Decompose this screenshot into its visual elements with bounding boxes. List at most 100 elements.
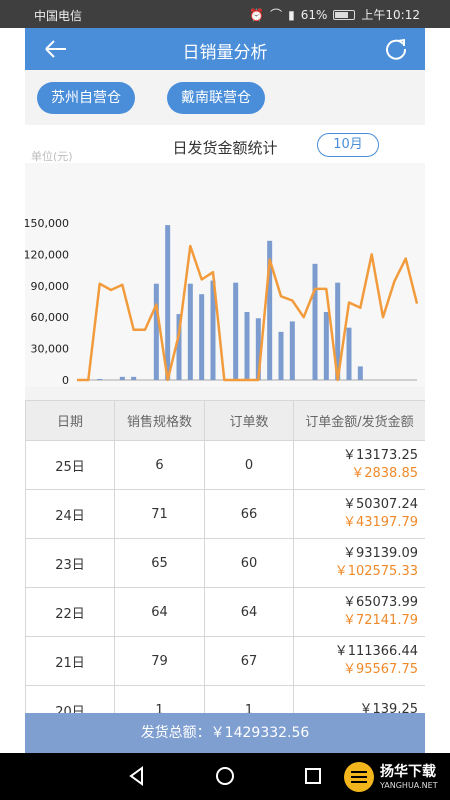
y-tick-label: 30,000: [31, 343, 70, 356]
table-header-row: 日期 销售规格数 订单数 订单金额/发货金额: [25, 400, 425, 441]
bar-oct-8: [153, 283, 159, 380]
cell-specs: 71: [114, 489, 205, 539]
order-amount: ￥139.25: [359, 702, 419, 713]
warehouse-button-suzhou[interactable]: 苏州自营仓: [37, 82, 135, 114]
cell-orders: 66: [204, 489, 294, 539]
warehouse-selector: 苏州自营仓 戴南联营仓: [25, 70, 425, 125]
bar-oct-12: [199, 294, 205, 380]
header-orders: 订单数: [204, 400, 294, 441]
bar-oct-16: [244, 311, 250, 380]
cell-orders: 0: [204, 440, 294, 490]
plot-background: [25, 163, 425, 387]
status-icons: ⏰ ⌒ ▮ 61% 上午10:12: [249, 6, 420, 23]
order-amount: ￥93139.09: [342, 546, 418, 561]
ship-amount: ￥102575.33: [334, 564, 418, 579]
watermark-subtext: YANGHUA.NET: [380, 781, 438, 790]
legend-label-sep: 2019年9月: [186, 386, 243, 387]
cell-specs: 79: [114, 636, 205, 686]
y-tick-label: 60,000: [31, 311, 70, 324]
x-tick-label: 6: [130, 385, 137, 387]
legend-label-oct: 2019年10月: [284, 386, 348, 387]
bar-oct-5: [119, 376, 125, 380]
nav-home-icon[interactable]: [214, 765, 236, 787]
cell-date: 23日: [25, 538, 115, 588]
table-row: 21日 79 67 ￥111366.44 ￥95567.75: [25, 636, 425, 686]
bar-oct-19: [278, 331, 284, 380]
table-row: 20日 1 1 ￥139.25: [25, 685, 425, 713]
bar-oct-15: [233, 282, 239, 380]
daily-sales-table: 日期 销售规格数 订单数 订单金额/发货金额 25日 6 0 ￥13173.25 ￥28…: [25, 400, 425, 713]
bar-oct-25: [346, 327, 352, 380]
cell-orders: 67: [204, 636, 294, 686]
order-amount: ￥50307.24: [342, 497, 418, 512]
watermark: 扬华下载 YANGHUA.NET: [340, 757, 444, 797]
shipment-total-bar: 发货总额：￥1429332.56: [25, 713, 425, 753]
bar-oct-22: [312, 263, 318, 380]
chart-unit-label: 单位(元): [31, 150, 73, 163]
y-tick-label: 0: [62, 374, 69, 387]
warehouse-button-dainan[interactable]: 戴南联营仓: [167, 82, 265, 114]
wifi-icon: ⌒: [270, 8, 283, 22]
month-picker-button[interactable]: 10月: [317, 133, 379, 157]
x-tick-label: 26: [353, 385, 367, 387]
phone-screen: 中国电信 ⏰ ⌒ ▮ 61% 上午10:12 日销量分析 苏州自营仓 戴南联营仓: [0, 0, 450, 800]
app-content: 日销量分析 苏州自营仓 戴南联营仓 0 30,000 60,000 90,000 120…: [25, 28, 425, 753]
app-bar: 日销量分析: [25, 28, 425, 70]
cell-date: 25日: [25, 440, 115, 490]
watermark-text: 扬华下载: [380, 764, 436, 780]
cell-date: 20日: [25, 685, 115, 713]
header-amount: 订单金额/发货金额: [293, 400, 425, 441]
cell-date: 22日: [25, 587, 115, 637]
cell-orders: 1: [204, 685, 294, 713]
nav-recent-apps-icon[interactable]: [302, 765, 324, 787]
table-row: 25日 6 0 ￥13173.25 ￥2838.85: [25, 440, 425, 490]
cell-orders: 60: [204, 538, 294, 588]
daily-table-scroll[interactable]: 日期 销售规格数 订单数 订单金额/发货金额 25日 6 0 ￥13173.25 ￥28…: [25, 400, 425, 713]
cell-specs: 64: [114, 587, 205, 637]
bar-oct-20: [289, 321, 295, 380]
page-title: 日销量分析: [182, 43, 268, 63]
table-row: 24日 71 66 ￥50307.24 ￥43197.79: [25, 489, 425, 539]
daily-shipment-chart: 030,00060,00090,000120,000150,0001611162…: [25, 163, 425, 387]
status-bar: 中国电信 ⏰ ⌒ ▮ 61% 上午10:12: [0, 0, 450, 28]
header-date: 日期: [25, 400, 115, 441]
bar-oct-26: [357, 366, 363, 380]
cell-amounts: ￥13173.25 ￥2838.85: [293, 440, 425, 490]
table-row: 22日 64 64 ￥65073.99 ￥72141.79: [25, 587, 425, 637]
y-tick-label: 120,000: [25, 248, 69, 261]
y-tick-label: 90,000: [31, 280, 70, 293]
signal-icon: ▮: [288, 7, 295, 22]
watermark-logo-icon: [344, 762, 374, 792]
bar-oct-9: [165, 225, 171, 380]
order-amount: ￥65073.99: [342, 595, 418, 610]
cell-specs: 6: [114, 440, 205, 490]
cell-amounts: ￥111366.44 ￥95567.75: [293, 636, 425, 686]
cell-orders: 64: [204, 587, 294, 637]
ship-amount: ￥95567.75: [342, 662, 418, 677]
alarm-icon: ⏰: [249, 7, 265, 22]
refresh-icon[interactable]: [383, 36, 409, 62]
chart-card: 030,00060,00090,000120,000150,0001611162…: [25, 125, 425, 387]
table-row: 23日 65 60 ￥93139.09 ￥102575.33: [25, 538, 425, 588]
ship-amount: ￥43197.79: [342, 515, 418, 530]
nav-back-icon[interactable]: [126, 765, 148, 787]
ship-amount: ￥2838.85: [351, 466, 418, 481]
header-specs: 销售规格数: [114, 400, 205, 441]
ship-amount: ￥72141.79: [342, 613, 418, 628]
battery-icon: [333, 9, 356, 20]
bar-oct-3: [97, 378, 103, 380]
clock: 上午10:12: [361, 8, 420, 22]
bar-oct-6: [131, 376, 137, 380]
cell-amounts: ￥65073.99 ￥72141.79: [293, 587, 425, 637]
cell-amounts: ￥93139.09 ￥102575.33: [293, 538, 425, 588]
cell-date: 21日: [25, 636, 115, 686]
bar-oct-11: [187, 283, 193, 380]
y-tick-label: 150,000: [25, 217, 69, 230]
cell-amounts: ￥139.25: [293, 685, 425, 713]
battery-percent: 61%: [300, 7, 328, 22]
cell-specs: 1: [114, 685, 205, 713]
cell-date: 24日: [25, 489, 115, 539]
cell-specs: 65: [114, 538, 205, 588]
x-tick-label: 1: [74, 385, 81, 387]
order-amount: ￥111366.44: [334, 644, 418, 659]
